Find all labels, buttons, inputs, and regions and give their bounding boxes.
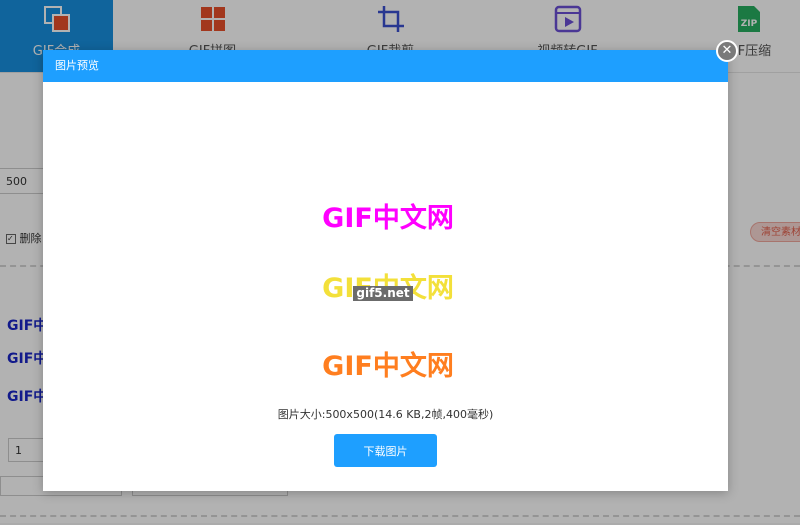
gif-preview-image: GIF中文网 GIF中文网 GIF中文网 gif5.net <box>240 100 536 396</box>
watermark: gif5.net <box>353 286 413 301</box>
download-image-button[interactable]: 下载图片 <box>334 434 437 467</box>
preview-text-line: GIF中文网 <box>322 203 454 234</box>
dialog-title: 图片预览 <box>43 50 728 82</box>
image-info: 图片大小:500x500(14.6 KB,2帧,400毫秒) <box>277 408 494 421</box>
image-preview-dialog: 图片预览 GIF中文网 GIF中文网 GIF中文网 gif5.net 图片大小:… <box>43 50 728 491</box>
close-icon[interactable]: ✕ <box>716 40 738 62</box>
preview-text-line: GIF中文网 <box>322 351 454 382</box>
